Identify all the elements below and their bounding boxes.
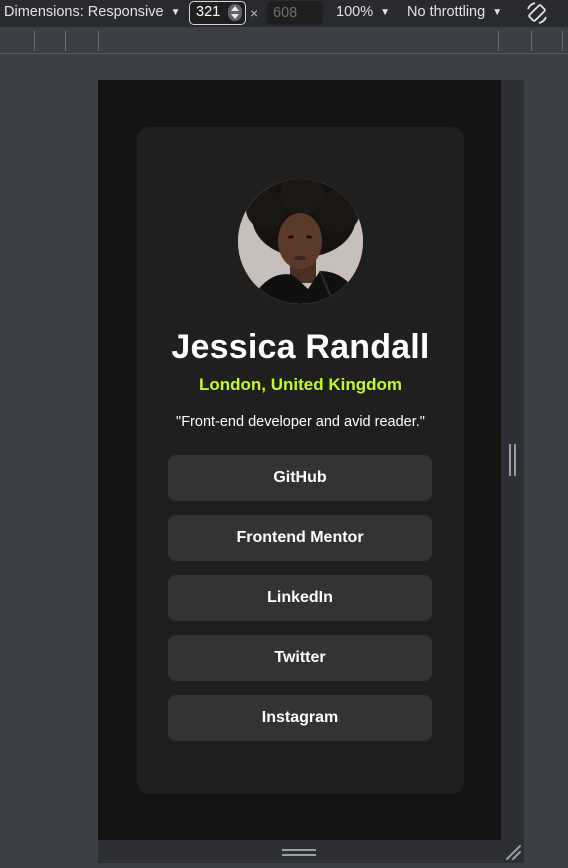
ruler-tick [98,31,99,51]
height-placeholder: 608 [273,5,298,21]
ruler-tick [34,31,35,51]
throttling-select[interactable]: No throttling ▼ [407,4,502,20]
frontend-mentor-link[interactable]: Frontend Mentor [168,515,432,561]
avatar [238,179,363,304]
avatar-portrait [238,179,363,304]
ruler-tick [562,31,563,51]
profile-location: London, United Kingdom [198,375,402,394]
profile-card: Jessica Randall London, United Kingdom "… [137,127,464,794]
chevron-down-icon: ▼ [492,6,503,18]
resize-handle-right[interactable] [501,80,524,840]
linkedin-link[interactable]: LinkedIn [168,575,432,621]
zoom-select[interactable]: 100% ▼ [336,4,390,20]
instagram-link[interactable]: Instagram [168,695,432,741]
dimensions-label: Dimensions: Responsive [4,4,164,20]
grip-icon [282,849,316,856]
profile-name: Jessica Randall [171,328,430,366]
grip-icon [509,444,516,476]
ruler-tick [531,31,532,51]
times-symbol: × [250,5,259,21]
zoom-label: 100% [336,4,374,20]
resize-corner-icon [506,845,521,860]
resize-handle-bottom[interactable] [98,840,501,863]
ruler-tick [65,31,66,51]
github-link[interactable]: GitHub [168,455,432,501]
width-value: 321 [196,4,221,20]
width-input[interactable]: 321 [189,1,246,25]
resize-handle-corner[interactable] [501,840,524,863]
social-links: GitHub Frontend Mentor LinkedIn Twitter … [168,455,432,755]
profile-bio: "Front-end developer and avid reader." [176,414,425,430]
ruler-tick [498,31,499,51]
twitter-link[interactable]: Twitter [168,635,432,681]
height-input[interactable]: 608 [267,1,323,25]
throttling-label: No throttling [407,4,486,20]
media-query-ruler [0,27,568,54]
spinner-icon[interactable] [228,4,242,21]
rotate-icon[interactable] [524,0,550,26]
chevron-down-icon: ▼ [380,6,390,18]
chevron-down-icon: ▼ [170,6,181,18]
dimensions-select[interactable]: Dimensions: Responsive ▼ [4,4,180,20]
devtools-device-toolbar: Dimensions: Responsive ▼ 321 × 608 100% … [0,0,568,27]
